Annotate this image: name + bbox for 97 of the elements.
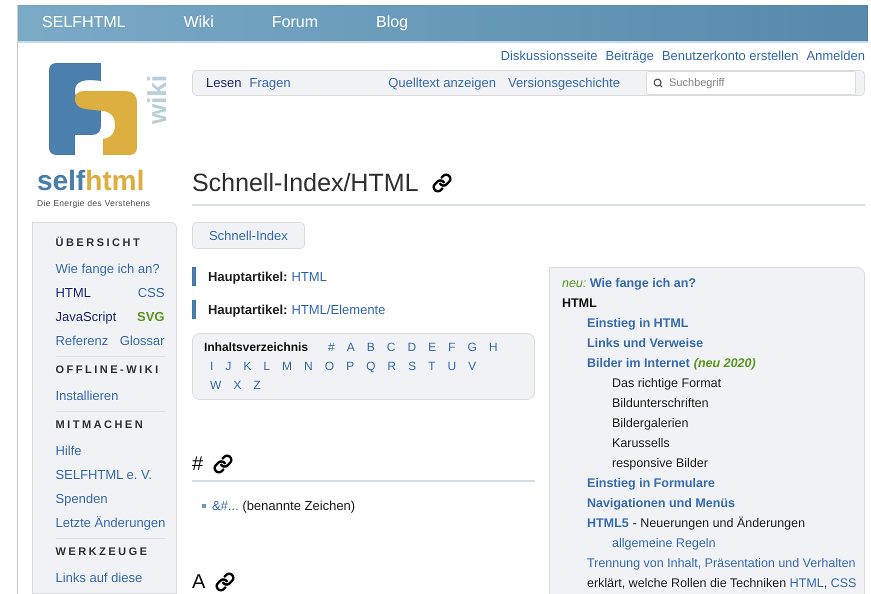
selfhtml-logo[interactable]: wiki selfhtml Die Energie des Verstehens: [37, 63, 171, 210]
top-nav-link[interactable]: SELFHTML: [42, 11, 126, 35]
toc-letter-link[interactable]: B: [366, 338, 375, 357]
sidebar-heading: MITMACHEN: [56, 418, 146, 433]
toc-letter-link[interactable]: J: [225, 357, 232, 376]
toc-letter-link[interactable]: I: [210, 357, 214, 376]
toc-letter-link[interactable]: M: [282, 357, 292, 376]
toc-letter-link[interactable]: E: [428, 338, 436, 357]
account-link[interactable]: Benutzerkonto erstellen: [662, 46, 798, 66]
link-icon[interactable]: [432, 173, 452, 193]
toc-letter-link[interactable]: T: [428, 357, 436, 376]
toc-letter-link[interactable]: D: [407, 338, 416, 357]
main-article-link[interactable]: HTML/Elemente: [291, 300, 386, 320]
topic-text: Karussells: [612, 436, 670, 450]
inline-link[interactable]: CSS: [830, 576, 856, 590]
sidebar-link[interactable]: Referenz: [56, 331, 108, 350]
top-nav-link[interactable]: Forum: [272, 11, 318, 35]
toc-letter-link[interactable]: G: [467, 338, 477, 357]
top-nav-link[interactable]: Wiki: [184, 11, 214, 35]
sidebar-link[interactable]: Wie fange ich an?: [56, 259, 160, 278]
topic-text: Das richtige Format: [612, 376, 722, 390]
toc-letter-link[interactable]: N: [304, 357, 313, 376]
page-action-link[interactable]: Versionsgeschichte: [508, 73, 620, 93]
list-item-text: &#... (benannte Zeichen): [212, 497, 356, 515]
toc-letter-link[interactable]: S: [408, 357, 416, 376]
search-field[interactable]: Suchbegriff: [646, 71, 856, 95]
sidebar-heading: OFFLINE-WIKI: [56, 362, 162, 378]
sidebar-heading: ÜBERSICHT: [56, 236, 144, 251]
selfhtml-wordmark: selfhtml: [37, 165, 144, 197]
toc-letter-link[interactable]: #: [328, 338, 335, 357]
wiki-label: wiki: [142, 74, 174, 124]
topic-text: Bildergalerien: [612, 416, 688, 430]
sidebar-heading: WERKZEUGE: [56, 544, 150, 560]
toc-letter-link[interactable]: L: [263, 357, 270, 376]
sidebar-link[interactable]: JavaScript: [56, 307, 116, 326]
sidebar-link[interactable]: Links auf diese: [56, 568, 142, 588]
article-link[interactable]: Bilder im Internet: [587, 354, 690, 372]
sidebar-link[interactable]: Letzte Änderungen: [56, 513, 166, 532]
view-tab[interactable]: Fragen: [249, 73, 291, 93]
list-item-link[interactable]: &#...: [212, 498, 239, 513]
sidebar-link[interactable]: Installieren: [56, 386, 118, 406]
sidebar-link[interactable]: HTML: [56, 283, 91, 302]
description-text: erklärt, welche Rollen die Techniken HTML, CSS: [587, 575, 858, 592]
toc-letter-link[interactable]: R: [387, 357, 396, 376]
section-heading: A: [192, 570, 206, 594]
page-action-link[interactable]: Quelltext anzeigen: [388, 73, 496, 93]
account-link[interactable]: Beiträge: [605, 46, 654, 66]
toc-letter-link[interactable]: Z: [253, 376, 261, 395]
link-icon[interactable]: [213, 454, 234, 474]
article-link[interactable]: HTML5: [587, 514, 629, 532]
bullet-icon: [202, 504, 206, 508]
account-link[interactable]: Diskussionsseite: [500, 46, 598, 66]
main-article-label: Hauptartikel:: [208, 268, 288, 286]
account-link[interactable]: Anmelden: [806, 46, 865, 66]
toc-letter-link[interactable]: H: [488, 338, 498, 357]
intro-text: neu: Wie fange ich an?: [562, 275, 697, 292]
article-link[interactable]: Navigationen und Menüs: [587, 494, 735, 512]
topic-text: responsive Bilder: [612, 456, 708, 470]
toc-letter-link[interactable]: P: [346, 357, 354, 376]
sidebar-link[interactable]: SVG: [137, 307, 164, 326]
infobox-heading: HTML: [562, 295, 598, 312]
sidebar-link[interactable]: Spenden: [56, 489, 108, 508]
toc-letter-link[interactable]: K: [243, 357, 252, 376]
view-tab[interactable]: Lesen: [206, 73, 242, 93]
sidebar-link[interactable]: SELFHTML e. V.: [56, 465, 152, 484]
top-nav-link[interactable]: Blog: [376, 11, 408, 35]
tagline: Die Energie des Verstehens: [37, 197, 150, 210]
page-title: Schnell-Index/HTML: [192, 168, 418, 198]
toc-letter-link[interactable]: Q: [366, 357, 376, 376]
new-note: (neu 2020): [694, 355, 756, 372]
article-link[interactable]: Einstieg in Formulare: [587, 474, 715, 492]
topic-link[interactable]: Trennung von Inhalt, Präsentation und Verhalten: [587, 556, 856, 570]
sidebar-link[interactable]: Hilfe: [56, 441, 82, 460]
toc-title: Inhaltsverzeichnis: [204, 339, 308, 356]
toc-letter-link[interactable]: C: [386, 338, 396, 357]
link-icon[interactable]: [215, 572, 236, 592]
article-link[interactable]: Links und Verweise: [587, 334, 704, 352]
section-heading: #: [192, 452, 204, 476]
topic-link[interactable]: allgemeine Regeln: [612, 536, 716, 550]
sidebar-link[interactable]: CSS: [138, 283, 164, 302]
toc-letter-link[interactable]: U: [447, 357, 456, 376]
search-icon: [653, 78, 663, 88]
inline-link[interactable]: HTML: [790, 576, 824, 590]
toc-letter-link[interactable]: V: [468, 357, 476, 376]
article-link[interactable]: Einstieg in HTML: [587, 314, 688, 332]
toc-letter-link[interactable]: X: [233, 376, 242, 395]
main-article-link[interactable]: HTML: [291, 266, 327, 286]
breadcrumb-button[interactable]: Schnell-Index: [192, 222, 305, 249]
toc-letter-link[interactable]: A: [346, 338, 355, 357]
article-description: - Neuerungen und Änderungen: [632, 515, 806, 532]
sidebar-link[interactable]: Glossar: [120, 331, 164, 350]
toc-letter-link[interactable]: W: [210, 376, 222, 395]
main-article-label: Hauptartikel:: [208, 300, 288, 319]
topic-text: Bildunterschriften: [612, 396, 709, 410]
toc-letter-link[interactable]: F: [448, 338, 456, 357]
toc-letter-link[interactable]: O: [324, 357, 334, 376]
intro-link[interactable]: Wie fange ich an?: [590, 276, 696, 290]
